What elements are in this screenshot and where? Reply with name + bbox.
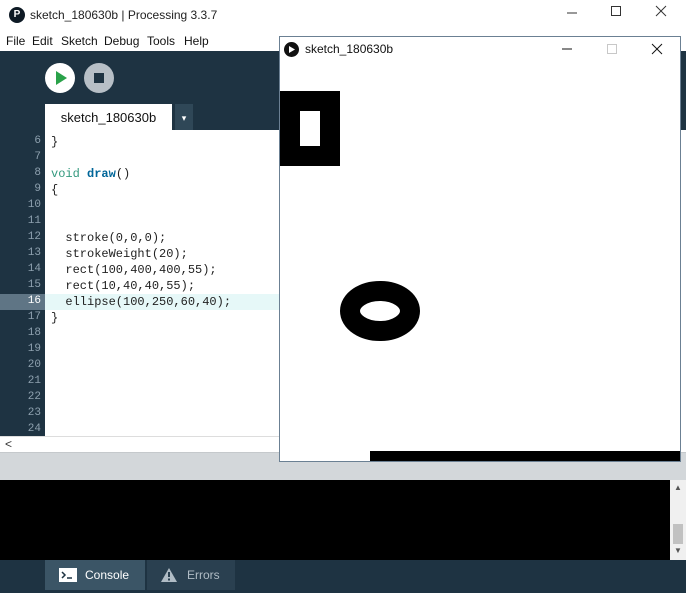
scroll-down-icon[interactable]: ▼ (670, 546, 686, 555)
line-number: 9 (34, 183, 41, 195)
tab-sketch-180630b[interactable]: sketch_180630b (45, 104, 172, 131)
maximize-icon (611, 6, 621, 16)
code-parens: () (115, 167, 131, 181)
line-number: 11 (27, 215, 41, 227)
code-line-15: rect(10,40,40,55); (51, 279, 196, 293)
sketch-output-window: sketch_180630b (279, 36, 681, 462)
close-icon (651, 43, 663, 55)
line-number-gutter: 6 7 8 9 10 11 12 13 14 15 16 17 18 19 20… (0, 130, 45, 436)
tab-label: sketch_180630b (60, 110, 157, 125)
menu-help[interactable]: Help (184, 34, 209, 48)
sketch-rect-small (280, 91, 340, 166)
chevron-down-icon: ▾ (181, 113, 187, 123)
console-output (0, 480, 670, 560)
line-number: 23 (27, 407, 41, 419)
tab-console[interactable]: Console (45, 560, 145, 590)
status-bar: Console Errors (0, 560, 686, 593)
run-button[interactable] (45, 63, 75, 93)
processing-app-icon: P (9, 7, 25, 23)
code-editor[interactable]: } void draw() { stroke(0,0,0); strokeWei… (45, 130, 280, 436)
line-number: 10 (27, 199, 41, 211)
line-number: 24 (27, 423, 41, 435)
stop-button[interactable] (84, 63, 114, 93)
menu-debug[interactable]: Debug (104, 34, 139, 48)
code-line-13: strokeWeight(20); (51, 247, 188, 261)
menu-file[interactable]: File (6, 34, 25, 48)
menu-sketch[interactable]: Sketch (61, 34, 98, 48)
line-number: 13 (27, 247, 41, 259)
tab-menu-dropdown[interactable]: ▾ (175, 104, 193, 131)
code-line-17: } (51, 311, 59, 325)
errors-tab-label: Errors (187, 568, 220, 582)
play-icon (56, 71, 67, 85)
warning-icon (161, 568, 177, 582)
scrollbar-thumb[interactable] (673, 524, 683, 544)
line-number: 6 (34, 135, 41, 147)
horizontal-scrollbar[interactable]: < (0, 436, 280, 452)
line-number: 20 (27, 359, 41, 371)
sketch-title-bar[interactable]: sketch_180630b (280, 37, 680, 61)
maximize-button[interactable] (601, 4, 631, 26)
close-button[interactable] (646, 4, 676, 26)
line-number: 7 (34, 151, 41, 163)
minimize-button[interactable] (557, 4, 587, 26)
line-number: 15 (27, 279, 41, 291)
sketch-ellipse (340, 281, 420, 341)
function-name-draw: draw (87, 167, 116, 181)
line-number-active: 16 (27, 295, 41, 307)
sketch-minimize-button[interactable] (552, 40, 582, 58)
code-line-9: { (51, 183, 59, 197)
sketch-canvas-drawing (280, 91, 680, 461)
code-line-14: rect(100,400,400,55); (51, 263, 217, 277)
line-number: 17 (27, 311, 41, 323)
line-number: 21 (27, 375, 41, 387)
sketch-close-button[interactable] (642, 40, 672, 58)
code-line-12: stroke(0,0,0); (51, 231, 167, 245)
scroll-left-icon[interactable]: < (5, 437, 12, 451)
line-number: 22 (27, 391, 41, 403)
sketch-window-title: sketch_180630b (305, 42, 394, 56)
title-bar[interactable]: P sketch_180630b | Processing 3.3.7 (0, 0, 686, 31)
sketch-canvas[interactable] (280, 61, 680, 461)
keyword-void: void (51, 167, 80, 181)
console-vertical-scrollbar[interactable]: ▲ ▼ (670, 480, 686, 560)
console-tab-label: Console (85, 568, 130, 582)
stop-icon (94, 73, 104, 83)
console-icon (59, 568, 77, 582)
line-number: 14 (27, 263, 41, 275)
menu-edit[interactable]: Edit (32, 34, 53, 48)
window-title: sketch_180630b | Processing 3.3.7 (30, 8, 218, 22)
sketch-maximize-button[interactable] (597, 40, 627, 58)
code-line-8: void draw() (51, 166, 130, 182)
menu-tools[interactable]: Tools (147, 34, 175, 48)
line-number: 18 (27, 327, 41, 339)
close-icon (655, 5, 667, 17)
processing-play-icon (284, 42, 299, 57)
minimize-icon (567, 12, 577, 14)
code-line-6: } (51, 135, 59, 149)
line-number: 8 (34, 167, 41, 179)
minimize-icon (562, 48, 572, 50)
maximize-icon (607, 44, 617, 54)
scroll-up-icon[interactable]: ▲ (670, 483, 686, 492)
line-number: 19 (27, 343, 41, 355)
line-number: 12 (27, 231, 41, 243)
code-line-16: ellipse(100,250,60,40); (51, 295, 232, 309)
tab-errors[interactable]: Errors (147, 560, 235, 590)
